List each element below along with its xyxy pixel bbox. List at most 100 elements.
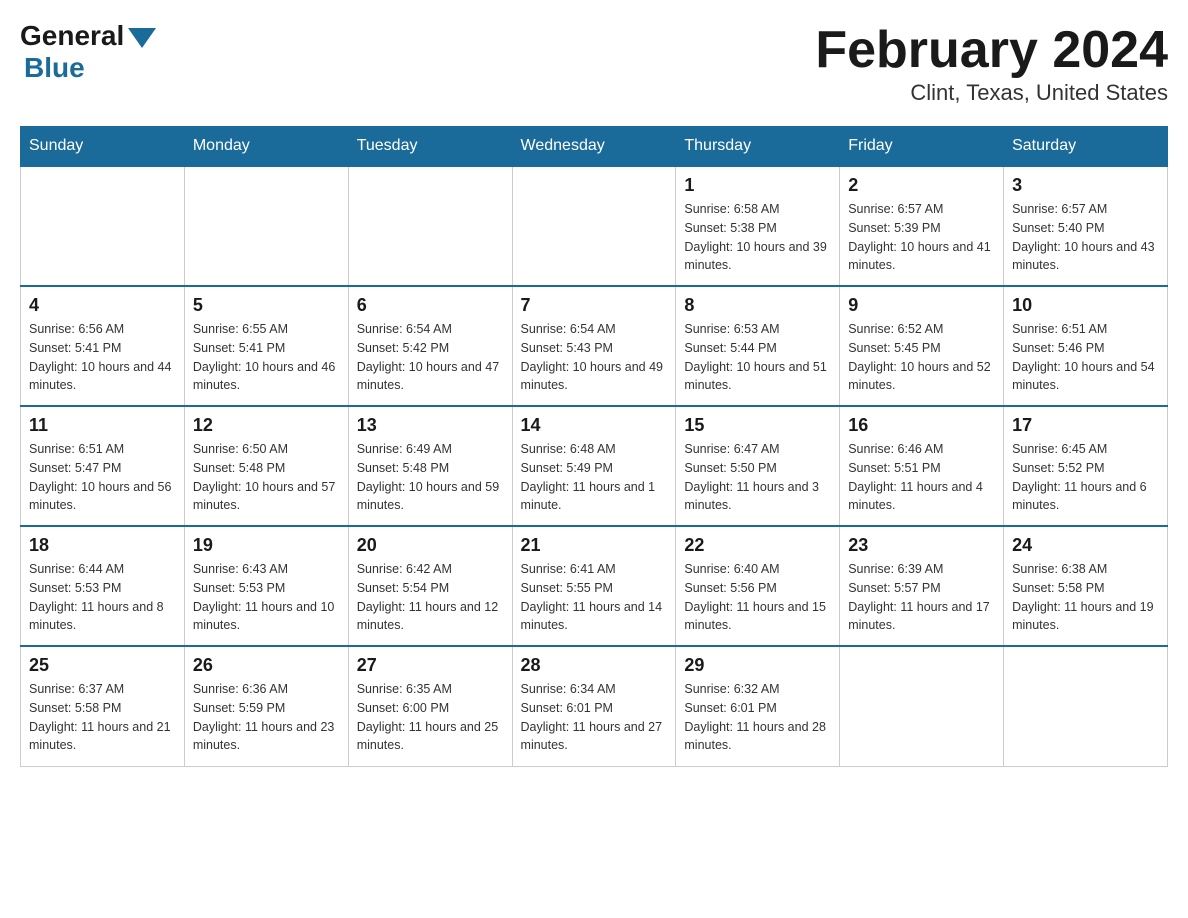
day-number: 22: [684, 535, 831, 556]
calendar-header-row: SundayMondayTuesdayWednesdayThursdayFrid…: [21, 127, 1168, 167]
calendar-day-cell: 11 Sunrise: 6:51 AM Sunset: 5:47 PM Dayli…: [21, 406, 185, 526]
day-info: Sunrise: 6:54 AM Sunset: 5:43 PM Dayligh…: [521, 320, 668, 395]
day-number: 6: [357, 295, 504, 316]
day-number: 29: [684, 655, 831, 676]
day-info: Sunrise: 6:58 AM Sunset: 5:38 PM Dayligh…: [684, 200, 831, 275]
day-number: 9: [848, 295, 995, 316]
day-number: 15: [684, 415, 831, 436]
calendar-day-cell: 13 Sunrise: 6:49 AM Sunset: 5:48 PM Dayli…: [348, 406, 512, 526]
calendar-day-header: Sunday: [21, 127, 185, 167]
day-number: 18: [29, 535, 176, 556]
logo-arrow-icon: [128, 28, 156, 48]
day-number: 20: [357, 535, 504, 556]
day-number: 26: [193, 655, 340, 676]
day-info: Sunrise: 6:42 AM Sunset: 5:54 PM Dayligh…: [357, 560, 504, 635]
calendar-day-header: Tuesday: [348, 127, 512, 167]
calendar-day-cell: 5Sunrise: 6:55 AM Sunset: 5:41 PM Daylig…: [184, 286, 348, 406]
calendar-week-row: 11 Sunrise: 6:51 AM Sunset: 5:47 PM Dayli…: [21, 406, 1168, 526]
day-info: Sunrise: 6:47 AM Sunset: 5:50 PM Dayligh…: [684, 440, 831, 515]
calendar-day-cell: [21, 166, 185, 286]
day-info: Sunrise: 6:38 AM Sunset: 5:58 PM Dayligh…: [1012, 560, 1159, 635]
calendar-week-row: 18 Sunrise: 6:44 AM Sunset: 5:53 PM Dayli…: [21, 526, 1168, 646]
day-info: Sunrise: 6:34 AM Sunset: 6:01 PM Dayligh…: [521, 680, 668, 755]
calendar-day-cell: 3Sunrise: 6:57 AM Sunset: 5:40 PM Daylig…: [1004, 166, 1168, 286]
day-info: Sunrise: 6:32 AM Sunset: 6:01 PM Dayligh…: [684, 680, 831, 755]
calendar-day-cell: 27 Sunrise: 6:35 AM Sunset: 6:00 PM Dayli…: [348, 646, 512, 766]
calendar-day-cell: 15 Sunrise: 6:47 AM Sunset: 5:50 PM Dayli…: [676, 406, 840, 526]
day-number: 16: [848, 415, 995, 436]
calendar-day-header: Saturday: [1004, 127, 1168, 167]
day-number: 19: [193, 535, 340, 556]
day-info: Sunrise: 6:57 AM Sunset: 5:39 PM Dayligh…: [848, 200, 995, 275]
calendar-day-cell: 22 Sunrise: 6:40 AM Sunset: 5:56 PM Dayli…: [676, 526, 840, 646]
day-info: Sunrise: 6:41 AM Sunset: 5:55 PM Dayligh…: [521, 560, 668, 635]
day-number: 1: [684, 175, 831, 196]
day-info: Sunrise: 6:39 AM Sunset: 5:57 PM Dayligh…: [848, 560, 995, 635]
day-info: Sunrise: 6:44 AM Sunset: 5:53 PM Dayligh…: [29, 560, 176, 635]
day-number: 25: [29, 655, 176, 676]
day-info: Sunrise: 6:37 AM Sunset: 5:58 PM Dayligh…: [29, 680, 176, 755]
calendar-day-cell: 19 Sunrise: 6:43 AM Sunset: 5:53 PM Dayli…: [184, 526, 348, 646]
calendar-week-row: 1 Sunrise: 6:58 AM Sunset: 5:38 PM Daylig…: [21, 166, 1168, 286]
calendar-day-cell: [348, 166, 512, 286]
day-number: 11: [29, 415, 176, 436]
calendar-day-cell: 20 Sunrise: 6:42 AM Sunset: 5:54 PM Dayli…: [348, 526, 512, 646]
day-number: 2: [848, 175, 995, 196]
day-info: Sunrise: 6:35 AM Sunset: 6:00 PM Dayligh…: [357, 680, 504, 755]
day-number: 17: [1012, 415, 1159, 436]
day-number: 27: [357, 655, 504, 676]
day-number: 14: [521, 415, 668, 436]
calendar-day-header: Wednesday: [512, 127, 676, 167]
calendar-day-cell: 8 Sunrise: 6:53 AM Sunset: 5:44 PM Daylig…: [676, 286, 840, 406]
logo: General Blue: [20, 20, 156, 84]
calendar-day-cell: 16 Sunrise: 6:46 AM Sunset: 5:51 PM Dayli…: [840, 406, 1004, 526]
logo-general-text: General: [20, 20, 124, 52]
calendar-day-cell: 1 Sunrise: 6:58 AM Sunset: 5:38 PM Daylig…: [676, 166, 840, 286]
title-section: February 2024 Clint, Texas, United State…: [815, 20, 1168, 106]
calendar-day-cell: 4 Sunrise: 6:56 AM Sunset: 5:41 PM Daylig…: [21, 286, 185, 406]
day-number: 28: [521, 655, 668, 676]
day-number: 4: [29, 295, 176, 316]
day-number: 3: [1012, 175, 1159, 196]
calendar-day-cell: 29 Sunrise: 6:32 AM Sunset: 6:01 PM Dayli…: [676, 646, 840, 766]
day-info: Sunrise: 6:45 AM Sunset: 5:52 PM Dayligh…: [1012, 440, 1159, 515]
calendar-day-header: Friday: [840, 127, 1004, 167]
calendar-day-cell: 17 Sunrise: 6:45 AM Sunset: 5:52 PM Dayli…: [1004, 406, 1168, 526]
day-info: Sunrise: 6:43 AM Sunset: 5:53 PM Dayligh…: [193, 560, 340, 635]
calendar-day-cell: 23 Sunrise: 6:39 AM Sunset: 5:57 PM Dayli…: [840, 526, 1004, 646]
day-info: Sunrise: 6:51 AM Sunset: 5:47 PM Dayligh…: [29, 440, 176, 515]
location-text: Clint, Texas, United States: [815, 80, 1168, 106]
calendar-day-cell: 24Sunrise: 6:38 AM Sunset: 5:58 PM Dayli…: [1004, 526, 1168, 646]
day-number: 10: [1012, 295, 1159, 316]
calendar-day-header: Monday: [184, 127, 348, 167]
calendar-day-cell: 18 Sunrise: 6:44 AM Sunset: 5:53 PM Dayli…: [21, 526, 185, 646]
calendar-day-cell: 12Sunrise: 6:50 AM Sunset: 5:48 PM Dayli…: [184, 406, 348, 526]
calendar-day-cell: 25 Sunrise: 6:37 AM Sunset: 5:58 PM Dayli…: [21, 646, 185, 766]
page-header: General Blue February 2024 Clint, Texas,…: [20, 20, 1168, 106]
day-info: Sunrise: 6:52 AM Sunset: 5:45 PM Dayligh…: [848, 320, 995, 395]
day-number: 23: [848, 535, 995, 556]
day-info: Sunrise: 6:48 AM Sunset: 5:49 PM Dayligh…: [521, 440, 668, 515]
calendar-day-cell: [184, 166, 348, 286]
calendar-week-row: 4 Sunrise: 6:56 AM Sunset: 5:41 PM Daylig…: [21, 286, 1168, 406]
calendar-table: SundayMondayTuesdayWednesdayThursdayFrid…: [20, 126, 1168, 767]
calendar-day-cell: 10Sunrise: 6:51 AM Sunset: 5:46 PM Dayli…: [1004, 286, 1168, 406]
day-info: Sunrise: 6:53 AM Sunset: 5:44 PM Dayligh…: [684, 320, 831, 395]
day-info: Sunrise: 6:40 AM Sunset: 5:56 PM Dayligh…: [684, 560, 831, 635]
day-number: 12: [193, 415, 340, 436]
day-info: Sunrise: 6:46 AM Sunset: 5:51 PM Dayligh…: [848, 440, 995, 515]
logo-blue-text: Blue: [24, 52, 85, 84]
calendar-day-cell: [840, 646, 1004, 766]
month-title: February 2024: [815, 20, 1168, 80]
calendar-day-cell: 7Sunrise: 6:54 AM Sunset: 5:43 PM Daylig…: [512, 286, 676, 406]
calendar-day-cell: 6Sunrise: 6:54 AM Sunset: 5:42 PM Daylig…: [348, 286, 512, 406]
day-info: Sunrise: 6:56 AM Sunset: 5:41 PM Dayligh…: [29, 320, 176, 395]
calendar-day-cell: 14 Sunrise: 6:48 AM Sunset: 5:49 PM Dayli…: [512, 406, 676, 526]
day-number: 8: [684, 295, 831, 316]
day-number: 13: [357, 415, 504, 436]
calendar-day-cell: 26Sunrise: 6:36 AM Sunset: 5:59 PM Dayli…: [184, 646, 348, 766]
calendar-day-cell: [512, 166, 676, 286]
day-info: Sunrise: 6:49 AM Sunset: 5:48 PM Dayligh…: [357, 440, 504, 515]
calendar-day-cell: 28 Sunrise: 6:34 AM Sunset: 6:01 PM Dayli…: [512, 646, 676, 766]
day-number: 21: [521, 535, 668, 556]
